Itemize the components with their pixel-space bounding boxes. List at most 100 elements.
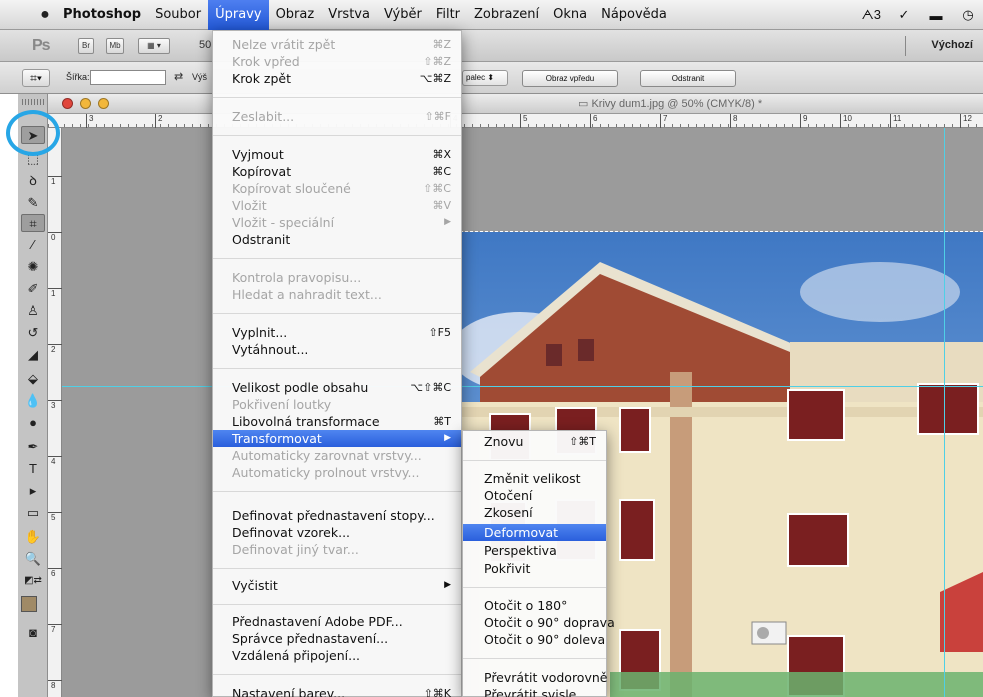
zoom-tool-icon[interactable]: 🔍 (21, 550, 45, 568)
vertical-guide[interactable] (944, 128, 945, 697)
menu-vrstva[interactable]: Vrstva (321, 0, 377, 30)
submenu-item-warp[interactable]: Pokřivit (463, 560, 606, 577)
menu-item-purge[interactable]: Vyčistit ▶ (213, 577, 461, 594)
menu-upravy[interactable]: Úpravy (208, 0, 269, 30)
bridge-button[interactable]: Br (78, 38, 94, 54)
zoom-level[interactable]: 50 (199, 39, 211, 51)
menu-zobrazeni[interactable]: Zobrazení (467, 0, 546, 30)
apple-icon[interactable]: ● (34, 6, 56, 24)
menu-vyber[interactable]: Výběr (377, 0, 429, 30)
menu-okna[interactable]: Okna (546, 0, 594, 30)
minimize-window-button[interactable] (80, 98, 91, 109)
menu-item-step-backward[interactable]: Krok zpět ⌥⌘Z (213, 70, 461, 87)
menu-item-paste-special[interactable]: Vložit - speciální ▶ (213, 214, 461, 231)
menu-item-define-custom-shape[interactable]: Definovat jiný tvar... (213, 541, 461, 558)
eyedropper-tool-icon[interactable]: ⁄ (21, 236, 45, 254)
brush-tool-icon[interactable]: ✐ (21, 280, 45, 298)
menu-obraz[interactable]: Obraz (269, 0, 322, 30)
horizontal-guide[interactable] (62, 386, 983, 387)
healing-brush-tool-icon[interactable]: ✺ (21, 258, 45, 276)
pen-tool-icon[interactable]: ✒ (21, 438, 45, 456)
menu-item-find-replace[interactable]: Hledat a nahradit text... (213, 286, 461, 303)
menu-item-step-forward[interactable]: Krok vpřed ⇧⌘Z (213, 53, 461, 70)
submenu-item-distort[interactable]: Deformovat (463, 524, 606, 541)
menu-item-content-aware-scale[interactable]: Velikost podle obsahu ⌥⇧⌘C (213, 379, 461, 396)
menu-filtr[interactable]: Filtr (429, 0, 467, 30)
menu-item-cut[interactable]: Vyjmout ⌘X (213, 146, 461, 163)
clear-button[interactable]: Odstranit (640, 70, 736, 87)
paint-bucket-tool-icon[interactable]: ⬙ (21, 370, 45, 388)
submenu-item-perspective[interactable]: Perspektiva (463, 542, 606, 559)
type-tool-icon[interactable]: T (21, 460, 45, 478)
panel-grip[interactable] (22, 99, 44, 105)
blur-tool-icon[interactable]: 💧 (21, 392, 45, 410)
menu-item-stroke[interactable]: Vytáhnout... (213, 341, 461, 358)
swap-colors-icon[interactable]: ◩⇄ (21, 572, 45, 590)
menu-item-paste[interactable]: Vložit ⌘V (213, 197, 461, 214)
resolution-unit-select[interactable]: palec ⬍ (462, 70, 508, 86)
menu-item-adobe-pdf-presets[interactable]: Přednastavení Adobe PDF... (213, 613, 461, 630)
dodge-tool-icon[interactable]: ● (21, 414, 45, 432)
shape-tool-icon[interactable]: ▭ (21, 504, 45, 522)
menu-item-undo[interactable]: Nelze vrátit zpět ⌘Z (213, 36, 461, 53)
menu-soubor[interactable]: Soubor (148, 0, 208, 30)
menu-item-free-transform[interactable]: Libovolná transformace ⌘T (213, 413, 461, 430)
horizontal-ruler[interactable]: 3 2 4 5 6 7 8 9 10 11 12 (48, 114, 983, 128)
foreground-color-swatch[interactable] (21, 596, 37, 612)
view-extras-button[interactable]: ▦ ▾ (138, 38, 170, 54)
display-icon[interactable]: ▬ (927, 8, 945, 23)
menu-item-preset-manager[interactable]: Správce přednastavení... (213, 630, 461, 647)
menu-item-label: Otočení (484, 488, 533, 503)
checkmark-icon[interactable]: ✓ (895, 7, 913, 23)
menu-item-copy[interactable]: Kopírovat ⌘C (213, 163, 461, 180)
submenu-item-flip-horizontal[interactable]: Převrátit vodorovně (463, 669, 607, 686)
menu-app-name[interactable]: Photoshop (56, 0, 148, 30)
submenu-item-skew[interactable]: Zkosení (463, 504, 606, 521)
clone-stamp-tool-icon[interactable]: ♙ (21, 302, 45, 320)
workspace-switcher[interactable]: Výchozí (931, 39, 973, 51)
crop-tool-icon[interactable]: ⌗ (21, 214, 45, 232)
menu-item-transform[interactable]: Transformovat ▶ (213, 430, 461, 447)
menu-item-auto-blend-layers[interactable]: Automaticky prolnout vrstvy... (213, 464, 461, 481)
menu-item-color-settings[interactable]: Nastavení barev... ⇧⌘K (213, 685, 461, 697)
menu-item-auto-align-layers[interactable]: Automaticky zarovnat vrstvy... (213, 447, 461, 464)
hand-tool-icon[interactable]: ✋ (21, 528, 45, 546)
close-window-button[interactable] (62, 98, 73, 109)
menu-napoveda[interactable]: Nápověda (594, 0, 674, 30)
front-image-button[interactable]: Obraz vpředu (522, 70, 618, 87)
minibridge-button[interactable]: Mb (106, 38, 124, 54)
path-selection-tool-icon[interactable]: ▸ (21, 482, 45, 500)
submenu-item-flip-vertical[interactable]: Převrátit svisle (463, 686, 606, 697)
menu-item-fill[interactable]: Vyplnit... ⇧F5 (213, 324, 461, 341)
time-machine-icon[interactable]: ◷ (959, 7, 977, 23)
submenu-item-rotate-90-cw[interactable]: Otočit o 90° doprava (463, 614, 615, 631)
menu-item-copy-merged[interactable]: Kopírovat sloučené ⇧⌘C (213, 180, 461, 197)
eraser-tool-icon[interactable]: ◢ (21, 346, 45, 364)
submenu-item-rotate-90-ccw[interactable]: Otočit o 90° doleva (463, 631, 606, 648)
menu-item-label: Vzdálená připojení... (232, 648, 361, 663)
menu-item-label: Krok zpět (232, 71, 292, 86)
menu-item-puppet-warp[interactable]: Pokřivení loutky (213, 396, 461, 413)
crop-preset-icon[interactable]: ⌗▾ (22, 69, 50, 87)
menu-item-remote-connections[interactable]: Vzdálená připojení... (213, 647, 461, 664)
menu-item-fade[interactable]: Zeslabit... ⇧⌘F (213, 108, 461, 125)
history-brush-tool-icon[interactable]: ↺ (21, 324, 45, 342)
width-input[interactable] (90, 70, 166, 85)
menu-item-clear[interactable]: Odstranit (213, 231, 461, 248)
lasso-tool-icon[interactable]: ꝺ (21, 172, 45, 190)
quick-mask-icon[interactable]: ◙ (21, 624, 45, 642)
ruler-tick-label: 10 (840, 114, 852, 128)
submenu-item-rotate-180[interactable]: Otočit o 180° (463, 597, 606, 614)
menu-item-define-brush-preset[interactable]: Definovat přednastavení stopy... (213, 507, 461, 524)
menu-item-define-pattern[interactable]: Definovat vzorek... (213, 524, 461, 541)
adobe-status-icon[interactable]: ᗅ3 (862, 7, 881, 23)
menu-item-label: Přednastavení Adobe PDF... (232, 614, 403, 629)
submenu-item-scale[interactable]: Změnit velikost (463, 470, 606, 487)
menu-item-check-spelling[interactable]: Kontrola pravopisu... (213, 269, 461, 286)
submenu-item-rotate[interactable]: Otočení (463, 487, 606, 504)
zoom-window-button[interactable] (98, 98, 109, 109)
quick-selection-tool-icon[interactable]: ✎ (21, 194, 45, 212)
submenu-item-again[interactable]: Znovu ⇧⌘T (463, 433, 606, 450)
vertical-ruler[interactable]: 1 0 1 2 3 4 5 6 7 8 (48, 128, 62, 697)
swap-dimensions-icon[interactable]: ⇄ (174, 70, 183, 83)
